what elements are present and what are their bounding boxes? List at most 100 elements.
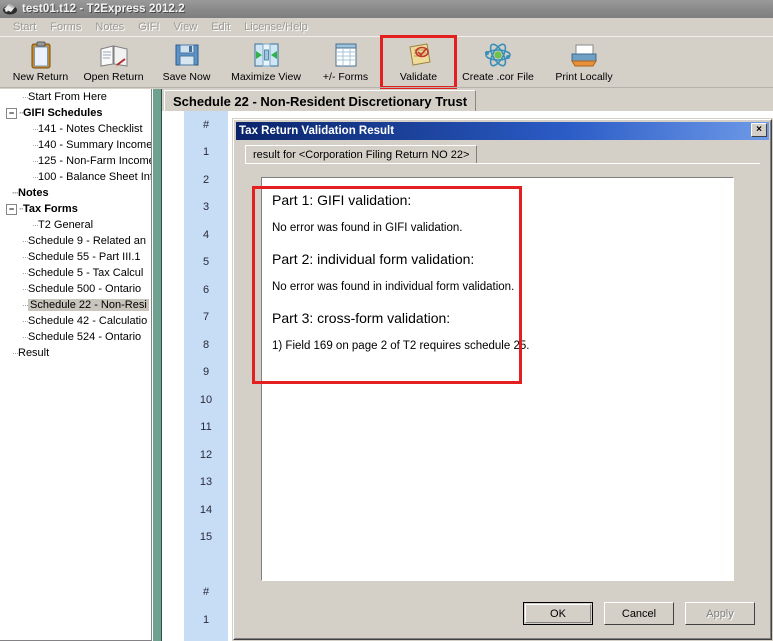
row-number: 8 [202, 338, 210, 351]
toolbar-label-print-locally: Print Locally [555, 71, 613, 83]
application-window: test01.t12 - T2Express 2012.2 Start Form… [0, 0, 773, 641]
menu-bar: Start Forms Notes GIFI View Edit License… [0, 18, 773, 36]
tab-strip-underline [245, 163, 760, 164]
tree-item-schedule-524[interactable]: ··· Schedule 524 - Ontario [0, 329, 151, 345]
toolbar-label-open-return: Open Return [83, 71, 144, 83]
row-number: 3 [202, 201, 210, 214]
checklist-stamp-icon [405, 40, 433, 70]
navigation-tree[interactable]: ··· Start From Here − ·· GIFI Schedules … [0, 89, 152, 641]
toolbar-label-new-return: New Return [12, 71, 69, 83]
tree-item-tax-forms[interactable]: − ·· Tax Forms [0, 201, 151, 217]
toolbar-button-save-now[interactable]: Save Now [150, 37, 223, 87]
tree-item-t2-general[interactable]: ··· T2 General [0, 217, 151, 233]
dialog-tab-strip: result for <Corporation Filing Return NO… [245, 145, 760, 164]
toolbar-button-plus-minus-forms[interactable]: +/- Forms [309, 37, 382, 87]
validation-result-textbox[interactable]: Part 1: GIFI validation: No error was fo… [261, 177, 734, 581]
row-number: 9 [202, 366, 210, 379]
tree-label: Result [18, 347, 50, 359]
tree-item-schedule-5[interactable]: ··· Schedule 5 - Tax Calcul [0, 265, 151, 281]
tree-item-125-non-farm-income[interactable]: ··· 125 - Non-Farm Income [0, 153, 151, 169]
toolbar-button-validate[interactable]: Validate [380, 35, 457, 89]
tree-item-schedule-22[interactable]: ··· Schedule 22 - Non-Resi [0, 297, 151, 313]
row-number: 12 [199, 448, 213, 461]
result-line-part1-body: No error was found in GIFI validation. [272, 222, 463, 234]
dialog-title: Tax Return Validation Result [239, 125, 395, 137]
toolbar-button-create-cor-file[interactable]: Create .cor File [455, 37, 541, 87]
tree-item-schedule-500[interactable]: ··· Schedule 500 - Ontario [0, 281, 151, 297]
app-icon [2, 1, 18, 17]
tree-label: Tax Forms [23, 203, 78, 215]
tab-result-for-corporation-filing-return[interactable]: result for <Corporation Filing Return NO… [245, 145, 478, 164]
open-book-icon [99, 40, 129, 70]
apply-button: Apply [685, 602, 755, 625]
toolbar-label-plus-minus-forms: +/- Forms [322, 71, 369, 83]
result-line-part1-heading: Part 1: GIFI validation: [272, 192, 412, 208]
menu-item-gifi[interactable]: GIFI [131, 20, 166, 34]
row-number: 4 [202, 228, 210, 241]
toolbar-button-open-return[interactable]: Open Return [77, 37, 150, 87]
expand-arrows-icon [253, 40, 280, 70]
dialog-titlebar[interactable]: Tax Return Validation Result × [236, 122, 769, 140]
row-number: 6 [202, 283, 210, 296]
panel-splitter[interactable] [152, 89, 162, 641]
tree-label: 125 - Non-Farm Income [38, 155, 152, 167]
row-number: 1 [202, 613, 210, 626]
tree-label: 141 - Notes Checklist [38, 123, 143, 135]
toolbar-label-save-now: Save Now [162, 71, 211, 83]
grid-table-icon [334, 40, 358, 70]
menu-item-view[interactable]: View [167, 20, 205, 34]
row-number: 2 [202, 173, 210, 186]
form-tab-label: Schedule 22 - Non-Resident Discretionary… [173, 93, 468, 109]
collapse-box-icon[interactable]: − [6, 107, 17, 119]
tree-label: Schedule 42 - Calculatio [28, 315, 148, 327]
ok-button[interactable]: OK [523, 602, 593, 625]
form-tab-schedule-22[interactable]: Schedule 22 - Non-Resident Discretionary… [164, 90, 477, 111]
tree-item-schedule-42[interactable]: ··· Schedule 42 - Calculatio [0, 313, 151, 329]
toolbar-button-new-return[interactable]: New Return [4, 37, 77, 87]
window-titlebar: test01.t12 - T2Express 2012.2 [0, 0, 773, 18]
row-number: 7 [202, 311, 210, 324]
menu-item-notes[interactable]: Notes [88, 20, 131, 34]
close-icon[interactable]: × [751, 123, 767, 137]
cancel-button[interactable]: Cancel [604, 602, 674, 625]
menu-item-license-help[interactable]: License/Help [237, 20, 315, 34]
row-number: # [202, 118, 210, 131]
clipboard-icon [29, 40, 53, 70]
tree-item-140-summary-income[interactable]: ··· 140 - Summary Income [0, 137, 151, 153]
tree-item-result[interactable]: ··· Result [0, 345, 151, 361]
tree-item-141-notes-checklist[interactable]: ··· 141 - Notes Checklist [0, 121, 151, 137]
tree-label-selected: Schedule 22 - Non-Resi [28, 299, 149, 311]
tree-label: Schedule 500 - Ontario [28, 283, 142, 295]
floppy-disk-icon [174, 40, 200, 70]
menu-item-start[interactable]: Start [6, 20, 43, 34]
tree-label: 100 - Balance Sheet Inf [38, 171, 152, 183]
tree-item-schedule-9[interactable]: ··· Schedule 9 - Related an [0, 233, 151, 249]
tree-item-notes[interactable]: ··· Notes [0, 185, 151, 201]
tree-item-100-balance-sheet[interactable]: ··· 100 - Balance Sheet Inf [0, 169, 151, 185]
tree-label: Schedule 9 - Related an [28, 235, 147, 247]
cancel-button-label: Cancel [621, 607, 657, 620]
row-number-column: # 1 2 3 4 5 6 7 8 9 10 11 12 13 14 15 # … [184, 111, 228, 641]
collapse-box-icon[interactable]: − [6, 203, 17, 215]
atom-icon [484, 40, 512, 70]
menu-item-edit[interactable]: Edit [204, 20, 237, 34]
window-title: test01.t12 - T2Express 2012.2 [22, 3, 185, 15]
printer-icon [569, 40, 599, 70]
row-number: 2 [184, 634, 228, 641]
row-number: 5 [202, 256, 210, 269]
tree-label: Schedule 524 - Ontario [28, 331, 142, 343]
row-number: 14 [199, 503, 213, 516]
form-tab-bar: Schedule 22 - Non-Resident Discretionary… [162, 89, 773, 111]
dialog-tab-label: result for <Corporation Filing Return NO… [253, 149, 470, 161]
tree-label: Start From Here [28, 91, 107, 103]
toolbar-button-maximize-view[interactable]: Maximize View [223, 37, 309, 87]
toolbar-divider [0, 87, 773, 88]
toolbar-button-print-locally[interactable]: Print Locally [541, 37, 627, 87]
tree-item-start-from-here[interactable]: ··· Start From Here [0, 89, 151, 105]
tree-item-gifi-schedules[interactable]: − ·· GIFI Schedules [0, 105, 151, 121]
menu-item-forms[interactable]: Forms [43, 20, 88, 34]
toolbar-label-create-cor-file: Create .cor File [462, 71, 534, 83]
tree-item-schedule-55[interactable]: ··· Schedule 55 - Part III.1 [0, 249, 151, 265]
row-number: 15 [199, 531, 213, 544]
result-line-part3-body: 1) Field 169 on page 2 of T2 requires sc… [272, 340, 530, 352]
